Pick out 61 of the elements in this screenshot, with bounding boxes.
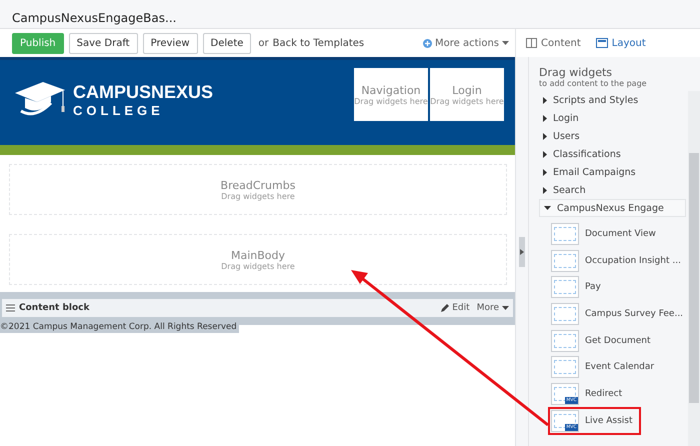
panel-subtitle: to add content to the page bbox=[539, 79, 648, 88]
caret-icon bbox=[502, 306, 509, 310]
widget-category[interactable]: Users bbox=[539, 127, 688, 145]
columns-icon bbox=[526, 38, 537, 48]
widget-thumbnail-icon bbox=[551, 223, 579, 245]
widget-label: Get Document bbox=[585, 336, 651, 346]
pencil-icon bbox=[441, 304, 450, 312]
more-actions-menu[interactable]: More actions bbox=[423, 38, 509, 48]
widget-label: Occupation Insight ... bbox=[585, 256, 681, 266]
logo-subtext: COLLEGE bbox=[73, 103, 165, 118]
toolbar-button[interactable]: Delete bbox=[202, 32, 252, 54]
widget-label: Live Assist bbox=[585, 416, 632, 426]
content-block-label: Content block bbox=[19, 303, 90, 313]
footer-text: ©2021 Campus Management Corp. All Rights Reserved bbox=[0, 321, 239, 333]
layout-icon bbox=[596, 38, 608, 48]
collapse-handle-icon[interactable] bbox=[520, 248, 524, 254]
widget-thumbnail-icon bbox=[551, 250, 579, 272]
or-text: or bbox=[258, 38, 269, 48]
more-button[interactable]: More bbox=[476, 303, 509, 313]
widget-item[interactable]: Campus Survey Fee... bbox=[551, 303, 688, 326]
widget-thumbnail-icon bbox=[551, 276, 579, 298]
logo-text: CAMPUSNEXUS bbox=[73, 82, 214, 103]
widget-label: Pay bbox=[585, 282, 601, 292]
widget-category[interactable]: Login bbox=[539, 109, 688, 127]
edit-button[interactable]: Edit bbox=[441, 303, 470, 313]
widget-label: Event Calendar bbox=[585, 362, 654, 372]
widget-category[interactable]: Search bbox=[539, 181, 688, 199]
zone-hint: Drag widgets here bbox=[221, 262, 295, 270]
widget-item[interactable]: Occupation Insight ... bbox=[551, 250, 688, 272]
zone-title: Login bbox=[452, 84, 482, 96]
panel-title: Drag widgets bbox=[539, 66, 614, 79]
caret-icon bbox=[502, 41, 509, 45]
widget-item[interactable]: Event Calendar bbox=[551, 356, 688, 378]
widget-thumbnail-icon bbox=[551, 330, 579, 352]
zone-title: Navigation bbox=[361, 84, 421, 96]
view-tab[interactable]: Content bbox=[526, 32, 581, 54]
widget-label: Document View bbox=[585, 229, 656, 239]
widget-category[interactable]: CampusNexus Engage bbox=[539, 199, 686, 217]
zone-title: BreadCrumbs bbox=[220, 178, 296, 192]
widget-category[interactable]: Scripts and Styles bbox=[539, 91, 688, 109]
widget-label: Campus Survey Fee... bbox=[585, 309, 684, 320]
drag-handle-icon bbox=[6, 304, 15, 312]
widget-item[interactable]: Document View bbox=[551, 223, 688, 245]
widget-thumbnail-icon bbox=[551, 356, 579, 378]
widget-item[interactable]: Pay bbox=[551, 276, 688, 298]
zone-hint: Drag widgets here bbox=[354, 96, 428, 106]
zone-hint: Drag widgets here bbox=[430, 96, 504, 106]
toolbar-button[interactable]: Preview bbox=[142, 32, 198, 54]
widget-thumbnail-icon bbox=[551, 303, 579, 326]
zone-hint: Drag widgets here bbox=[221, 192, 295, 200]
widget-item[interactable]: Get Document bbox=[551, 330, 688, 352]
view-tab[interactable]: Layout bbox=[596, 32, 646, 54]
zone-title: MainBody bbox=[230, 248, 286, 262]
scrollbar[interactable] bbox=[688, 91, 700, 446]
widget-category[interactable]: Email Campaigns bbox=[539, 163, 688, 181]
window-title: CampusNexusEngageBas... bbox=[12, 11, 176, 25]
plus-circle-icon bbox=[423, 38, 432, 48]
widget-category[interactable]: Classifications bbox=[539, 145, 688, 163]
toolbar-button[interactable]: Save Draft bbox=[68, 32, 138, 54]
back-link[interactable]: Back to Templates bbox=[272, 38, 364, 48]
widget-label: Redirect bbox=[585, 389, 622, 400]
